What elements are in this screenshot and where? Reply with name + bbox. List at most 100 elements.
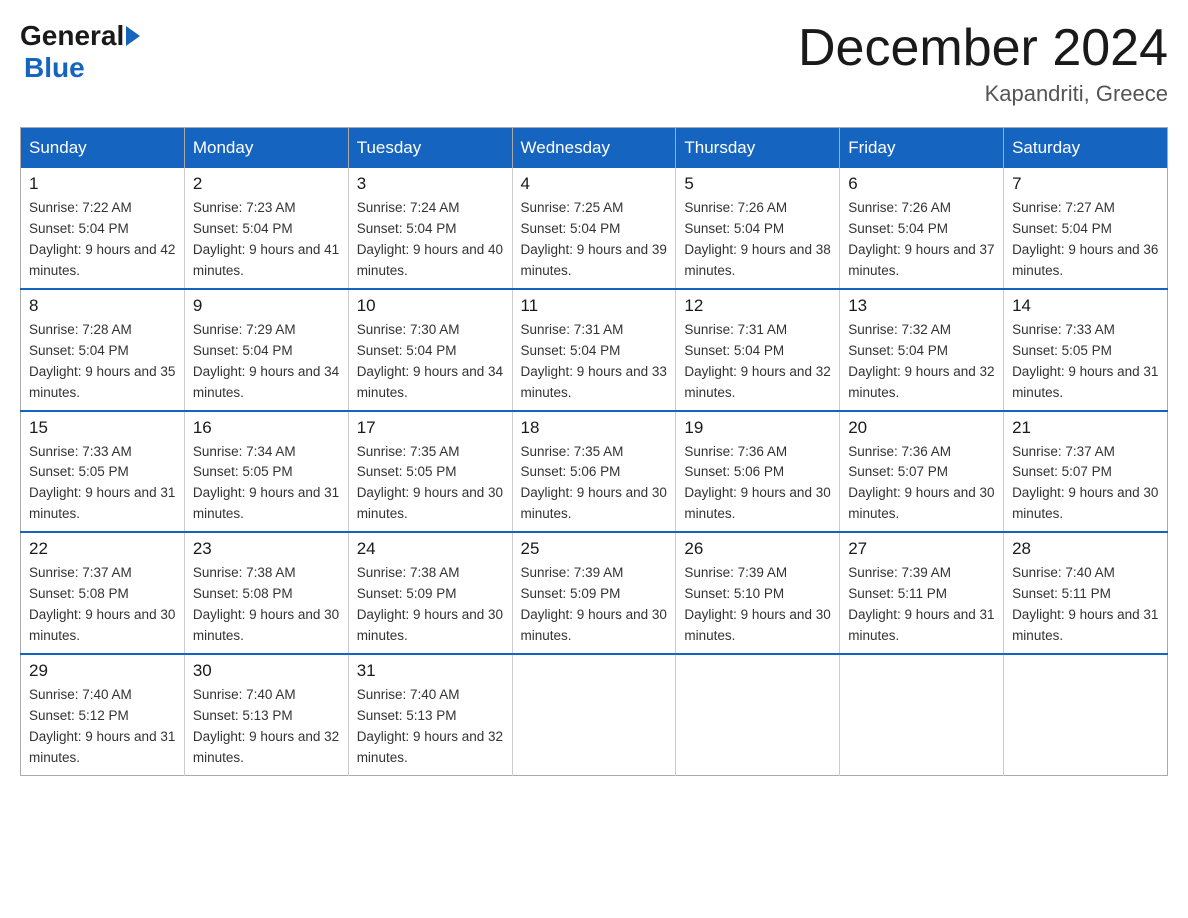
- sunset: Sunset: 5:04 PM: [848, 219, 995, 240]
- sunrise: Sunrise: 7:30 AM: [357, 320, 504, 341]
- sunrise: Sunrise: 7:36 AM: [848, 442, 995, 463]
- calendar-day: 4 Sunrise: 7:25 AM Sunset: 5:04 PM Dayli…: [512, 168, 676, 289]
- calendar-day: 23 Sunrise: 7:38 AM Sunset: 5:08 PM Dayl…: [184, 532, 348, 654]
- daylight: Daylight: 9 hours and 31 minutes.: [29, 483, 176, 525]
- page-header: General Blue December 2024 Kapandriti, G…: [20, 20, 1168, 107]
- sunset: Sunset: 5:04 PM: [29, 341, 176, 362]
- day-number: 8: [29, 296, 176, 316]
- day-number: 23: [193, 539, 340, 559]
- sunset: Sunset: 5:07 PM: [1012, 462, 1159, 483]
- sunrise: Sunrise: 7:38 AM: [357, 563, 504, 584]
- sunrise: Sunrise: 7:39 AM: [848, 563, 995, 584]
- calendar-day: 5 Sunrise: 7:26 AM Sunset: 5:04 PM Dayli…: [676, 168, 840, 289]
- day-number: 12: [684, 296, 831, 316]
- sunset: Sunset: 5:13 PM: [193, 706, 340, 727]
- day-info: Sunrise: 7:38 AM Sunset: 5:09 PM Dayligh…: [357, 563, 504, 647]
- sunrise: Sunrise: 7:24 AM: [357, 198, 504, 219]
- week-row: 15 Sunrise: 7:33 AM Sunset: 5:05 PM Dayl…: [21, 411, 1168, 533]
- daylight: Daylight: 9 hours and 30 minutes.: [357, 605, 504, 647]
- calendar-day: 3 Sunrise: 7:24 AM Sunset: 5:04 PM Dayli…: [348, 168, 512, 289]
- sunrise: Sunrise: 7:40 AM: [29, 685, 176, 706]
- day-number: 4: [521, 174, 668, 194]
- calendar-day: 2 Sunrise: 7:23 AM Sunset: 5:04 PM Dayli…: [184, 168, 348, 289]
- calendar-day: 12 Sunrise: 7:31 AM Sunset: 5:04 PM Dayl…: [676, 289, 840, 411]
- daylight: Daylight: 9 hours and 30 minutes.: [521, 605, 668, 647]
- sunset: Sunset: 5:05 PM: [1012, 341, 1159, 362]
- calendar-title: December 2024: [798, 20, 1168, 77]
- day-number: 1: [29, 174, 176, 194]
- day-info: Sunrise: 7:40 AM Sunset: 5:13 PM Dayligh…: [357, 685, 504, 769]
- calendar-subtitle: Kapandriti, Greece: [798, 81, 1168, 107]
- day-number: 30: [193, 661, 340, 681]
- day-info: Sunrise: 7:30 AM Sunset: 5:04 PM Dayligh…: [357, 320, 504, 404]
- day-info: Sunrise: 7:37 AM Sunset: 5:07 PM Dayligh…: [1012, 442, 1159, 526]
- day-info: Sunrise: 7:33 AM Sunset: 5:05 PM Dayligh…: [1012, 320, 1159, 404]
- calendar-day: 11 Sunrise: 7:31 AM Sunset: 5:04 PM Dayl…: [512, 289, 676, 411]
- calendar-day: 8 Sunrise: 7:28 AM Sunset: 5:04 PM Dayli…: [21, 289, 185, 411]
- col-thursday: Thursday: [676, 128, 840, 169]
- day-number: 15: [29, 418, 176, 438]
- logo-general-text: General: [20, 20, 124, 52]
- day-number: 18: [521, 418, 668, 438]
- sunrise: Sunrise: 7:27 AM: [1012, 198, 1159, 219]
- day-info: Sunrise: 7:27 AM Sunset: 5:04 PM Dayligh…: [1012, 198, 1159, 282]
- sunrise: Sunrise: 7:40 AM: [357, 685, 504, 706]
- sunrise: Sunrise: 7:40 AM: [193, 685, 340, 706]
- day-info: Sunrise: 7:31 AM Sunset: 5:04 PM Dayligh…: [684, 320, 831, 404]
- day-number: 17: [357, 418, 504, 438]
- sunset: Sunset: 5:04 PM: [521, 219, 668, 240]
- empty-day: [1004, 654, 1168, 775]
- daylight: Daylight: 9 hours and 33 minutes.: [521, 362, 668, 404]
- day-info: Sunrise: 7:34 AM Sunset: 5:05 PM Dayligh…: [193, 442, 340, 526]
- sunrise: Sunrise: 7:31 AM: [684, 320, 831, 341]
- daylight: Daylight: 9 hours and 30 minutes.: [684, 483, 831, 525]
- sunset: Sunset: 5:04 PM: [1012, 219, 1159, 240]
- daylight: Daylight: 9 hours and 40 minutes.: [357, 240, 504, 282]
- day-info: Sunrise: 7:22 AM Sunset: 5:04 PM Dayligh…: [29, 198, 176, 282]
- calendar-day: 1 Sunrise: 7:22 AM Sunset: 5:04 PM Dayli…: [21, 168, 185, 289]
- day-info: Sunrise: 7:40 AM Sunset: 5:11 PM Dayligh…: [1012, 563, 1159, 647]
- daylight: Daylight: 9 hours and 31 minutes.: [1012, 605, 1159, 647]
- day-number: 26: [684, 539, 831, 559]
- calendar-day: 7 Sunrise: 7:27 AM Sunset: 5:04 PM Dayli…: [1004, 168, 1168, 289]
- calendar-day: 13 Sunrise: 7:32 AM Sunset: 5:04 PM Dayl…: [840, 289, 1004, 411]
- daylight: Daylight: 9 hours and 30 minutes.: [1012, 483, 1159, 525]
- sunrise: Sunrise: 7:33 AM: [1012, 320, 1159, 341]
- sunset: Sunset: 5:04 PM: [29, 219, 176, 240]
- col-saturday: Saturday: [1004, 128, 1168, 169]
- calendar-day: 28 Sunrise: 7:40 AM Sunset: 5:11 PM Dayl…: [1004, 532, 1168, 654]
- sunset: Sunset: 5:10 PM: [684, 584, 831, 605]
- day-info: Sunrise: 7:24 AM Sunset: 5:04 PM Dayligh…: [357, 198, 504, 282]
- calendar-day: 22 Sunrise: 7:37 AM Sunset: 5:08 PM Dayl…: [21, 532, 185, 654]
- day-info: Sunrise: 7:38 AM Sunset: 5:08 PM Dayligh…: [193, 563, 340, 647]
- day-info: Sunrise: 7:26 AM Sunset: 5:04 PM Dayligh…: [848, 198, 995, 282]
- empty-day: [840, 654, 1004, 775]
- sunrise: Sunrise: 7:39 AM: [684, 563, 831, 584]
- calendar-day: 25 Sunrise: 7:39 AM Sunset: 5:09 PM Dayl…: [512, 532, 676, 654]
- sunset: Sunset: 5:08 PM: [29, 584, 176, 605]
- daylight: Daylight: 9 hours and 31 minutes.: [1012, 362, 1159, 404]
- calendar-day: 6 Sunrise: 7:26 AM Sunset: 5:04 PM Dayli…: [840, 168, 1004, 289]
- sunset: Sunset: 5:05 PM: [29, 462, 176, 483]
- day-info: Sunrise: 7:23 AM Sunset: 5:04 PM Dayligh…: [193, 198, 340, 282]
- sunrise: Sunrise: 7:28 AM: [29, 320, 176, 341]
- sunset: Sunset: 5:11 PM: [1012, 584, 1159, 605]
- daylight: Daylight: 9 hours and 42 minutes.: [29, 240, 176, 282]
- sunrise: Sunrise: 7:25 AM: [521, 198, 668, 219]
- week-row: 1 Sunrise: 7:22 AM Sunset: 5:04 PM Dayli…: [21, 168, 1168, 289]
- day-number: 24: [357, 539, 504, 559]
- sunset: Sunset: 5:04 PM: [684, 341, 831, 362]
- calendar-day: 9 Sunrise: 7:29 AM Sunset: 5:04 PM Dayli…: [184, 289, 348, 411]
- daylight: Daylight: 9 hours and 38 minutes.: [684, 240, 831, 282]
- day-number: 13: [848, 296, 995, 316]
- calendar-day: 10 Sunrise: 7:30 AM Sunset: 5:04 PM Dayl…: [348, 289, 512, 411]
- sunrise: Sunrise: 7:26 AM: [848, 198, 995, 219]
- sunset: Sunset: 5:06 PM: [521, 462, 668, 483]
- calendar-day: 26 Sunrise: 7:39 AM Sunset: 5:10 PM Dayl…: [676, 532, 840, 654]
- calendar-day: 27 Sunrise: 7:39 AM Sunset: 5:11 PM Dayl…: [840, 532, 1004, 654]
- daylight: Daylight: 9 hours and 37 minutes.: [848, 240, 995, 282]
- day-number: 10: [357, 296, 504, 316]
- calendar-day: 31 Sunrise: 7:40 AM Sunset: 5:13 PM Dayl…: [348, 654, 512, 775]
- day-info: Sunrise: 7:39 AM Sunset: 5:09 PM Dayligh…: [521, 563, 668, 647]
- sunrise: Sunrise: 7:39 AM: [521, 563, 668, 584]
